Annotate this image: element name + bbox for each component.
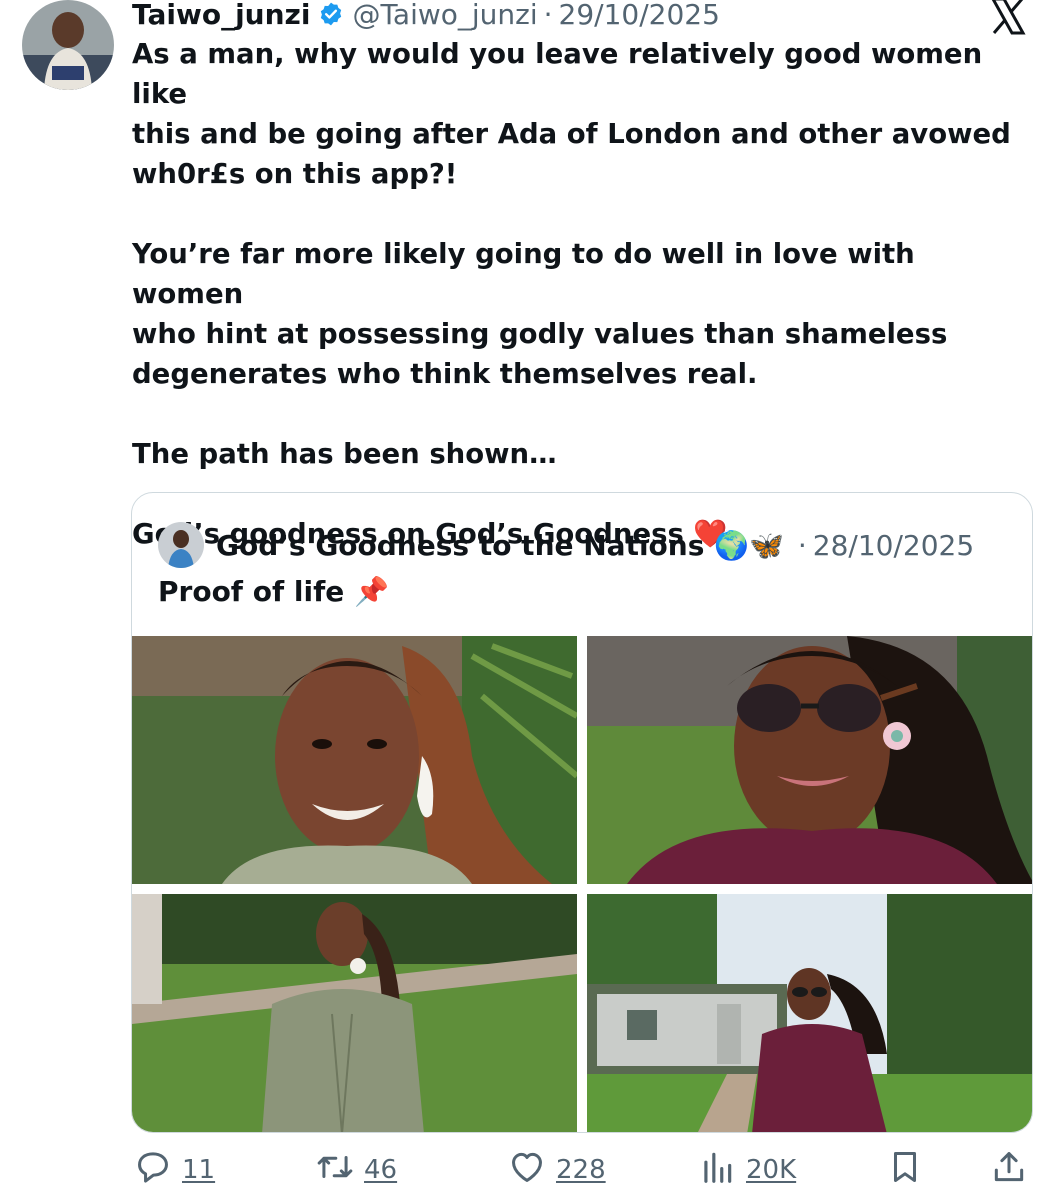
quoted-tweet-header: God’s Goodness to the Nations 🌍🦋 · 28/10…: [158, 522, 974, 568]
views-chart-icon: [698, 1148, 736, 1193]
reply-icon: [134, 1148, 172, 1193]
verified-badge-icon: [318, 1, 344, 27]
repost-count: 46: [364, 1155, 398, 1185]
photo-4[interactable]: [587, 894, 1032, 1132]
tweet-text-line: You’re far more likely going to do well …: [132, 238, 915, 310]
photo-grid: [132, 636, 1032, 1132]
repost-button[interactable]: 46: [316, 1148, 397, 1192]
author-avatar[interactable]: [22, 0, 114, 90]
tweet-text-line: this and be going after Ada of London an…: [132, 118, 1011, 150]
tweet-text-line: degenerates who think themselves real.: [132, 358, 758, 390]
photo-3[interactable]: [132, 894, 577, 1132]
like-count: 228: [556, 1155, 606, 1185]
tweet-actions-bar: 11 46 228 20K: [0, 1142, 1054, 1200]
tweet-text-line: As a man, why would you leave relatively…: [132, 38, 983, 110]
views-count: 20K: [746, 1155, 797, 1185]
bookmark-button[interactable]: [886, 1148, 924, 1192]
tweet-header: Taiwo_junzi @Taiwo_junzi · 29/10/2025: [132, 0, 1024, 34]
tweet-text-line: The path has been shown…: [132, 438, 557, 470]
reply-count: 11: [182, 1155, 216, 1185]
share-button[interactable]: [990, 1148, 1028, 1192]
heart-icon: [508, 1148, 546, 1193]
author-handle[interactable]: @Taiwo_junzi: [352, 0, 537, 31]
x-logo-icon[interactable]: [988, 0, 1028, 36]
header-separator: ·: [543, 0, 553, 31]
repost-icon: [316, 1148, 354, 1193]
quoted-author-display-name[interactable]: God’s Goodness to the Nations 🌍🦋: [216, 529, 784, 562]
tweet-text-line: wh0r£s on this app?!: [132, 158, 458, 190]
reply-button[interactable]: 11: [134, 1148, 215, 1192]
like-button[interactable]: 228: [508, 1148, 606, 1192]
bookmark-icon: [886, 1148, 924, 1193]
quoted-author-avatar[interactable]: [158, 522, 204, 568]
tweet-text-line: who hint at possessing godly values than…: [132, 318, 948, 350]
tweet-text: As a man, why would you leave relatively…: [132, 34, 1032, 554]
quoted-tweet-text: Proof of life 📌: [158, 575, 389, 608]
quoted-tweet[interactable]: God’s Goodness to the Nations 🌍🦋 · 28/10…: [131, 492, 1033, 1133]
share-icon: [990, 1148, 1028, 1193]
quoted-tweet-date[interactable]: 28/10/2025: [813, 529, 974, 562]
photo-1[interactable]: [132, 636, 577, 884]
views-button[interactable]: 20K: [698, 1148, 796, 1192]
quoted-header-separator: ·: [797, 528, 807, 562]
photo-2[interactable]: [587, 636, 1032, 884]
author-display-name[interactable]: Taiwo_junzi: [132, 0, 310, 31]
tweet-date[interactable]: 29/10/2025: [559, 0, 720, 31]
